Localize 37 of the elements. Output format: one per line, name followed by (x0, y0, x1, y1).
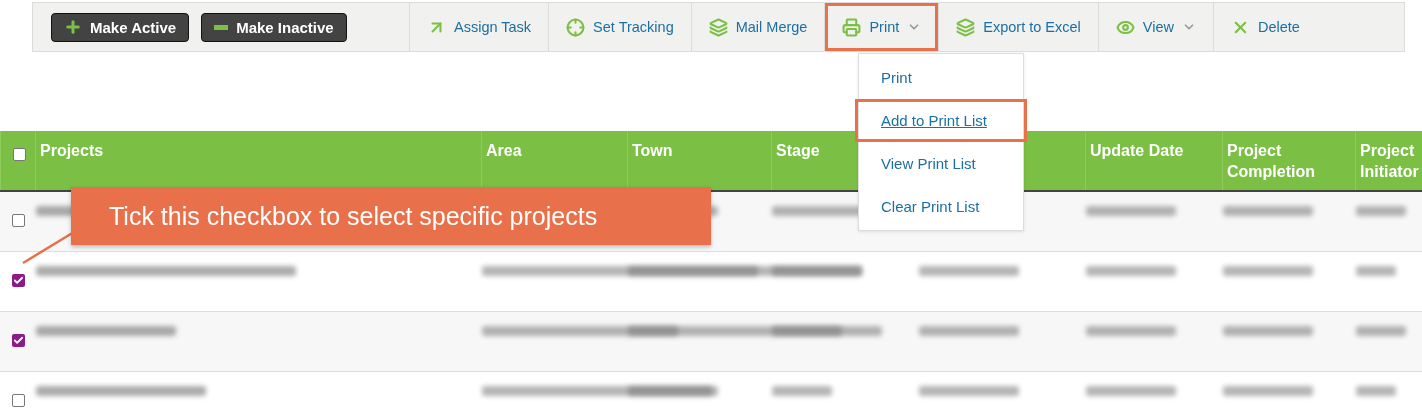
toolbar-button[interactable]: Set Tracking (548, 3, 691, 51)
column-header: Project Initiator (1360, 142, 1419, 180)
crosshair-icon (566, 17, 586, 37)
row-checkbox[interactable] (12, 334, 25, 347)
blurred-text (1356, 206, 1406, 216)
blurred-text (772, 386, 832, 396)
column-header: Town (632, 142, 673, 159)
row-checkbox[interactable] (12, 274, 25, 287)
blurred-text (1356, 266, 1396, 276)
toolbar-button[interactable]: Delete (1212, 3, 1317, 51)
row-checkbox[interactable] (12, 214, 25, 227)
menu-item[interactable]: Clear Print List (855, 185, 1027, 228)
toolbar-button[interactable]: View (1097, 3, 1213, 51)
toolbar-button[interactable]: Make Active (51, 12, 190, 42)
blurred-text (1356, 326, 1406, 336)
toolbar-button[interactable]: Print (824, 3, 939, 51)
minus-icon (214, 24, 229, 30)
row-checkbox[interactable] (12, 394, 25, 407)
printer-icon (842, 17, 862, 37)
column-header: Stage (776, 142, 820, 159)
plus-icon (64, 18, 82, 36)
blurred-text (1356, 386, 1396, 396)
column-header: Update Date (1090, 142, 1184, 159)
toolbar-button[interactable]: Assign Task (409, 3, 549, 51)
column-header: Project Completion (1227, 142, 1315, 180)
toolbar-button[interactable]: Mail Merge (690, 3, 825, 51)
layers-icon (708, 17, 728, 37)
menu-item[interactable]: Add to Print List (855, 99, 1027, 142)
toolbar-button[interactable]: Export to Excel (938, 3, 1098, 51)
column-header: Area (486, 142, 522, 159)
select-all-checkbox[interactable] (13, 148, 26, 161)
menu-item[interactable]: View Print List (855, 142, 1027, 185)
menu-item[interactable]: Print (855, 56, 1027, 99)
callout: Tick this checkbox to select specific projects (71, 187, 711, 245)
column-header: Projects (40, 142, 104, 159)
toolbar-button[interactable]: Make Inactive (201, 12, 347, 42)
layers-icon (956, 17, 976, 37)
